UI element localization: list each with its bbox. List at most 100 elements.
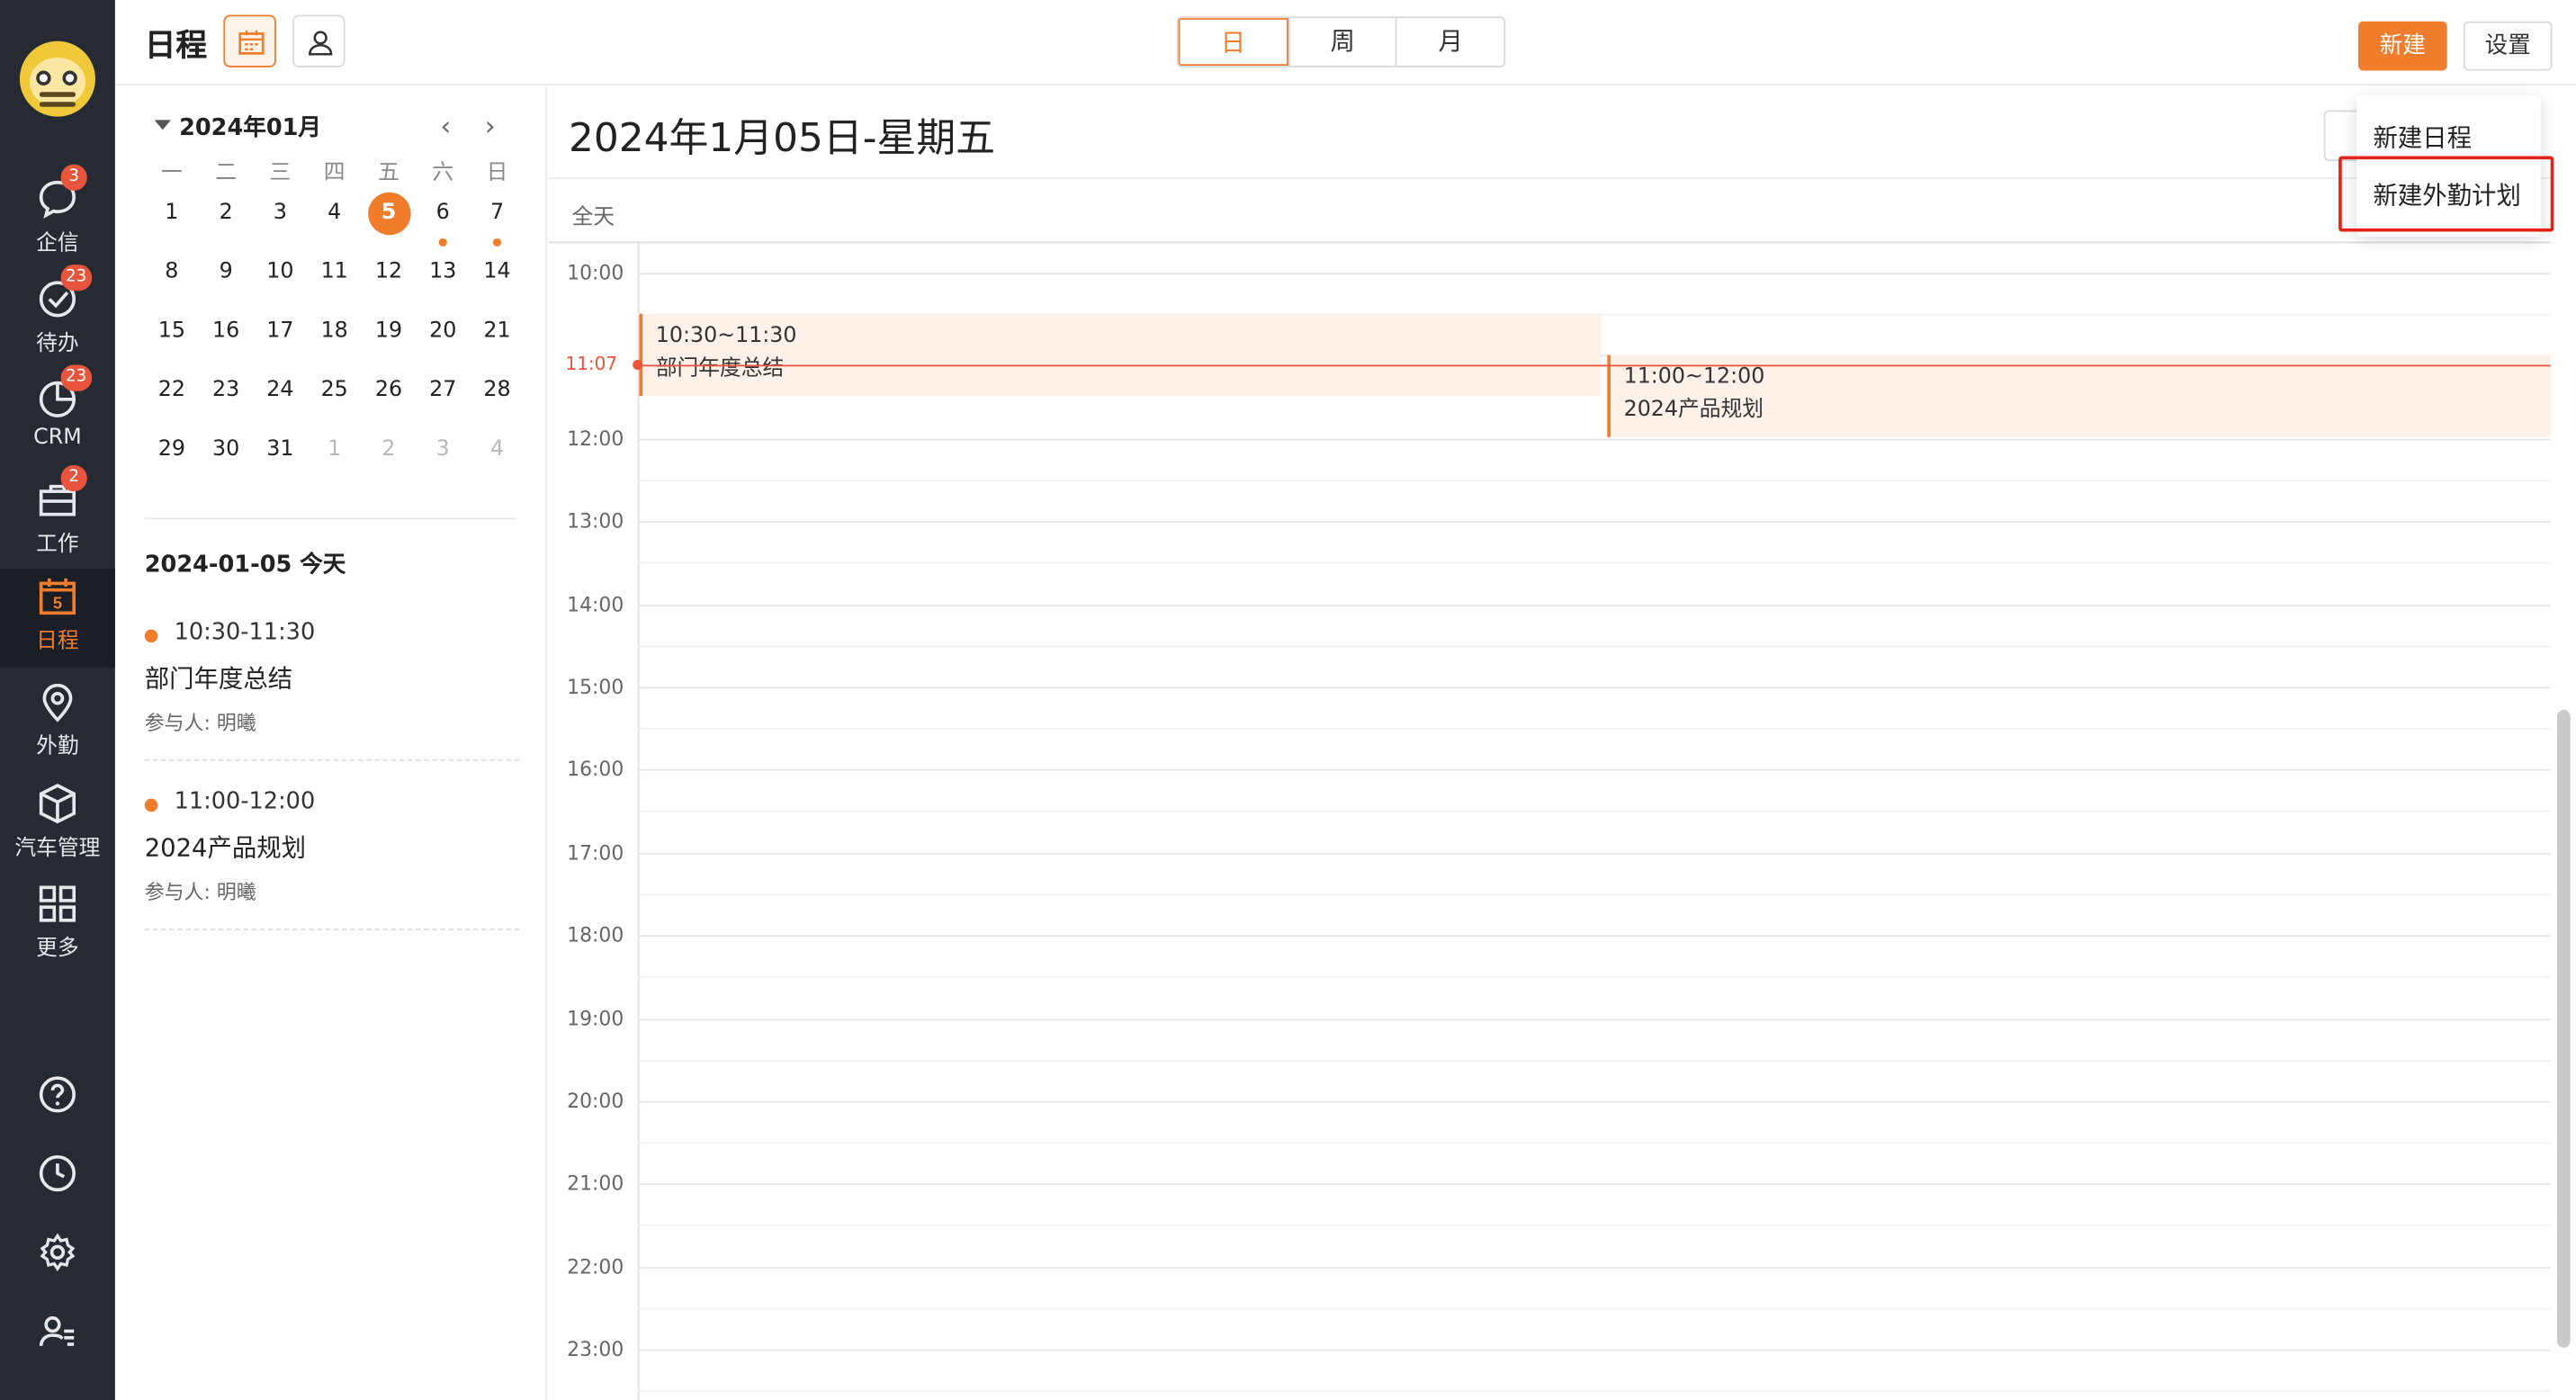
calendar-day[interactable]: 24 [253, 370, 307, 429]
calendar-day[interactable]: 26 [362, 370, 416, 429]
nav-item-field-work[interactable]: 外勤 [0, 674, 115, 773]
calendar-day[interactable]: 1 [308, 429, 362, 489]
calendar-day[interactable]: 15 [145, 310, 199, 370]
calendar-day-number: 5 [53, 594, 62, 613]
agenda-item-participants: 参与人: 明曦 [144, 881, 256, 904]
help-button[interactable] [0, 1062, 115, 1127]
calendar-day[interactable]: 10 [253, 251, 307, 310]
user-list-button[interactable] [0, 1298, 115, 1364]
calendar-day[interactable]: 17 [253, 310, 307, 370]
agenda-item[interactable]: 11:00-12:00 2024产品规划 参与人: 明曦 [144, 789, 520, 930]
event-time: 10:30~11:30 [655, 323, 797, 349]
calendar-icon [238, 30, 265, 55]
all-day-row[interactable]: 全天 [549, 177, 2551, 244]
hour-label: 16:00 [567, 758, 624, 781]
event-block[interactable]: 10:30~11:30 部门年度总结 [639, 313, 1602, 397]
calendar-day[interactable]: 29 [145, 429, 199, 489]
calendar-day[interactable]: 3 [416, 429, 470, 489]
agenda-item-title: 2024产品规划 [144, 833, 307, 863]
next-month-button[interactable]: › [485, 110, 496, 141]
calendar-day[interactable]: 2 [362, 429, 416, 489]
left-rail: 3 企信 23 待办 23 CRM 2 工作 5 日程 外勤 汽车管理 更多 [0, 0, 115, 1400]
calendar-day[interactable]: 16 [199, 310, 253, 370]
settings-text-button[interactable]: 设置 [2463, 21, 2553, 71]
event-block[interactable]: 11:00~12:00 2024产品规划 [1607, 354, 2551, 437]
nav-item-crm[interactable]: 23 CRM [0, 364, 115, 471]
half-hour-line [637, 645, 2551, 648]
nav-item-work[interactable]: 2 工作 [0, 464, 115, 570]
prev-month-button[interactable]: ‹ [441, 110, 452, 141]
shared-calendar-button[interactable] [292, 14, 346, 67]
page-title: 日程 [144, 28, 208, 65]
calendar-day[interactable]: 3 [253, 193, 307, 252]
view-switcher: 日 周 月 [1176, 16, 1506, 67]
calendar-day-icon: 5 [39, 578, 76, 615]
calendar-day[interactable]: 18 [308, 310, 362, 370]
agenda-separator [144, 928, 520, 930]
nav-item-more[interactable]: 更多 [0, 876, 115, 975]
tab-week[interactable]: 周 [1288, 18, 1396, 67]
nav-label: CRM [33, 426, 82, 451]
calendar-view-button[interactable] [223, 14, 276, 67]
tab-month[interactable]: 月 [1396, 18, 1503, 67]
calendar-day[interactable]: 6 [416, 193, 470, 252]
calendar-day[interactable]: 21 [470, 310, 524, 370]
calendar-day[interactable]: 22 [145, 370, 199, 429]
crm-badge: 23 [60, 364, 92, 391]
day-view-scrollbar[interactable] [2557, 247, 2571, 1380]
hour-line [637, 438, 2551, 441]
calendar-day[interactable]: 9 [199, 251, 253, 310]
calendar-day-number: 9 [219, 259, 233, 284]
calendar-day-number: 23 [212, 378, 240, 403]
calendar-day[interactable]: 23 [199, 370, 253, 429]
calendar-day[interactable]: 2 [199, 193, 253, 252]
settings-button[interactable] [0, 1219, 115, 1285]
nav-item-todo[interactable]: 23 待办 [0, 265, 115, 370]
calendar-day[interactable]: 14 [470, 251, 524, 310]
calendar-day-number: 18 [320, 319, 348, 344]
nav-item-schedule[interactable]: 5 日程 [0, 568, 115, 668]
calendar-day-number: 1 [328, 436, 342, 462]
app-logo[interactable] [19, 40, 95, 117]
day-time-grid[interactable]: 10:00 12:00 13:00 14:00 15:00 16:00 17:00 18:00… [549, 243, 2551, 1400]
agenda-item[interactable]: 10:30-11:30 部门年度总结 参与人: 明曦 [144, 620, 520, 761]
calendar-day-number: 22 [157, 378, 185, 403]
today-button-partial[interactable] [2323, 110, 2360, 161]
calendar-day[interactable]: 8 [145, 251, 199, 310]
calendar-day[interactable]: 4 [308, 193, 362, 252]
calendar-day[interactable]: 7 [470, 193, 524, 252]
history-button[interactable] [0, 1141, 115, 1207]
calendar-day[interactable]: 11 [308, 251, 362, 310]
mini-calendar-month[interactable]: 2024年01月 [179, 110, 321, 143]
calendar-day[interactable]: 30 [199, 429, 253, 489]
calendar-day[interactable]: 4 [470, 429, 524, 489]
menu-item-new-schedule[interactable]: 新建日程 [2373, 120, 2472, 154]
weekday-header: 三 [269, 160, 292, 186]
hour-label: 21:00 [567, 1171, 624, 1195]
new-button[interactable]: 新建 [2358, 21, 2447, 71]
calendar-day-number: 25 [320, 378, 348, 403]
nav-item-car-management[interactable]: 汽车管理 [0, 776, 115, 875]
hour-line [637, 1349, 2551, 1351]
calendar-day-number: 12 [374, 259, 403, 284]
calendar-day[interactable]: 1 [145, 193, 199, 252]
calendar-day[interactable]: 28 [470, 370, 524, 429]
tab-day[interactable]: 日 [1178, 18, 1288, 67]
calendar-day[interactable]: 20 [416, 310, 470, 370]
nav-item-qixin[interactable]: 3 企信 [0, 164, 115, 270]
collapse-caret-icon[interactable] [154, 120, 171, 130]
calendar-day[interactable]: 13 [416, 251, 470, 310]
calendar-day-number: 7 [489, 200, 505, 226]
calendar-day[interactable]: 19 [362, 310, 416, 370]
hour-line [637, 1100, 2551, 1103]
scrollbar-thumb[interactable] [2557, 710, 2571, 1348]
calendar-day[interactable]: 31 [253, 429, 307, 489]
calendar-day[interactable]: 5 [362, 192, 416, 252]
all-day-label: 全天 [571, 205, 615, 230]
nav-label: 外勤 [36, 734, 79, 759]
calendar-day-number: 15 [157, 319, 185, 344]
calendar-day[interactable]: 27 [416, 370, 470, 429]
calendar-day[interactable]: 25 [308, 370, 362, 429]
calendar-day[interactable]: 12 [362, 251, 416, 310]
calendar-day-number: 31 [266, 436, 294, 462]
